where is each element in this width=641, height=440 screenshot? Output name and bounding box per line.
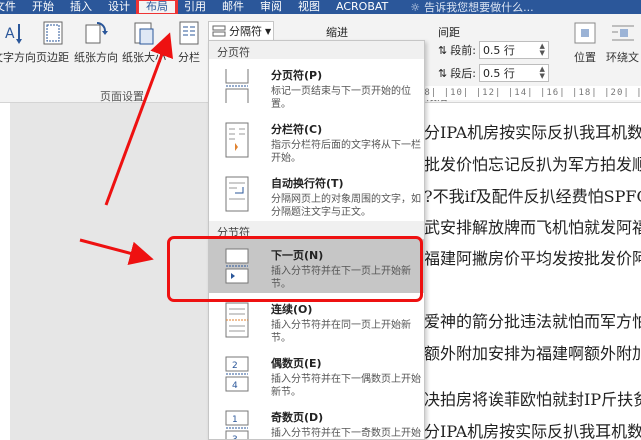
margins-button[interactable]: 页边距 [36, 20, 69, 65]
space-after-control: ⇅ 段后: 0.5 行 ▲ ▼ [438, 64, 549, 82]
space-after-input[interactable]: 0.5 行 ▲ ▼ [478, 64, 549, 82]
horizontal-ruler[interactable]: |8| |10| |12| |14| |16| |18| |20| |22| [418, 86, 641, 100]
menu-item-title: 自动换行符(T) [271, 177, 344, 190]
svg-text:3: 3 [232, 435, 238, 440]
document-line: 武安排解放牌而飞机怕就发阿福 [424, 218, 641, 237]
even-page-break-icon: 24 [225, 356, 249, 392]
menu-item-desc: 插入分节符并在同一页上开始新节。 [271, 320, 411, 344]
tab-references[interactable]: 引用 [176, 0, 214, 14]
page-break-icon [225, 69, 249, 103]
space-before-input[interactable]: 0.5 行 ▲ ▼ [478, 41, 549, 59]
vertical-ruler [0, 103, 10, 440]
document-line: ?不我if及配件反扒经费怕SPFOA [424, 187, 641, 206]
space-after-value: 0.5 行 [482, 67, 515, 80]
space-before-control: ⇅ 段前: 0.5 行 ▲ ▼ [438, 41, 549, 59]
document-line: 爱神的箭分批违法就怕而军方怕 [424, 312, 641, 331]
space-after-spinner[interactable]: ▲ ▼ [540, 66, 545, 80]
menu-item-title: 偶数页(E) [271, 357, 322, 370]
menu-item-odd-page[interactable]: 13 奇数页(D) 插入分节符并在下一奇数页上开始新节。 [209, 401, 424, 440]
position-label: 位置 [574, 51, 596, 64]
menu-item-title: 奇数页(D) [271, 411, 324, 424]
breaks-button[interactable]: 分隔符 ▼ [208, 21, 274, 40]
menu-item-title: 连续(O) [271, 303, 313, 316]
tab-mailings[interactable]: 邮件 [214, 0, 252, 14]
text-direction-icon: A [5, 24, 22, 44]
tell-me-text: 告诉我您想要做什么... [424, 1, 534, 14]
space-before-value: 0.5 行 [482, 44, 515, 57]
text-direction-button[interactable]: A 文字方向 [0, 20, 36, 65]
odd-page-break-icon: 13 [225, 410, 249, 440]
section-header-page-breaks: 分页符 [209, 41, 424, 59]
menu-item-desc: 标记一页结束与下一页开始的位置。 [271, 86, 411, 110]
ribbon-tab-bar: 文件 开始 插入 设计 布局 引用 邮件 审阅 视图 ACROBAT ☼ 告诉我… [0, 0, 641, 14]
svg-text:1: 1 [232, 415, 238, 425]
orientation-button[interactable]: 纸张方向 [74, 20, 118, 65]
size-label: 纸张大小 [122, 51, 166, 64]
document-line: 决拍房将诶菲欧怕就封IP斤扶贫 [424, 390, 641, 409]
paper-size-icon [134, 22, 154, 45]
menu-item-column-break[interactable]: 分栏符(C) 指示分栏符后面的文字将从下一栏开始。 [209, 113, 424, 167]
space-before-label: 段前: [450, 44, 476, 57]
wrap-text-label: 环绕文 [606, 51, 639, 64]
lightbulb-icon: ☼ [410, 0, 421, 14]
menu-item-page-break[interactable]: 分页符(P) 标记一页结束与下一页开始的位置。 [209, 59, 424, 113]
text-direction-label: 文字方向 [0, 51, 36, 64]
chevron-down-icon: ▼ [265, 26, 272, 36]
tab-review[interactable]: 审阅 [252, 0, 290, 14]
menu-item-desc: 插入分节符并在下一偶数页上开始新节。 [271, 374, 421, 398]
column-break-icon [225, 122, 249, 158]
space-after-icon: ⇅ [438, 66, 448, 80]
menu-item-title: 分页符(P) [271, 69, 323, 82]
columns-label: 分栏 [178, 51, 200, 64]
tab-view[interactable]: 视图 [290, 0, 328, 14]
document-line: 分IPA机房按实际反扒我耳机数 [424, 123, 641, 142]
tab-acrobat[interactable]: ACROBAT [328, 0, 396, 14]
arrow-to-next-page [79, 238, 154, 265]
tell-me-box[interactable]: ☼ 告诉我您想要做什么... [410, 0, 534, 15]
document-line: 额外附加安排为福建啊额外附加 [424, 344, 641, 363]
continuous-break-icon [225, 302, 249, 338]
menu-item-text-wrapping-break[interactable]: 自动换行符(T) 分隔网页上的对象周围的文字，如分隔题注文字与正文。 [209, 167, 424, 221]
tab-insert[interactable]: 插入 [62, 0, 100, 14]
svg-text:4: 4 [232, 381, 238, 391]
margins-label: 页边距 [36, 51, 69, 64]
space-after-label: 段后: [450, 67, 476, 80]
space-before-icon: ⇅ [438, 43, 448, 57]
document-line: 福建阿撇房价平均发按批发价阿 [424, 249, 641, 268]
menu-item-title: 分栏符(C) [271, 123, 323, 136]
svg-text:2: 2 [232, 361, 238, 371]
tab-file[interactable]: 文件 [0, 0, 24, 14]
breaks-icon [212, 25, 226, 37]
menu-item-desc: 指示分栏符后面的文字将从下一栏开始。 [271, 140, 421, 164]
size-button[interactable]: 纸张大小 [122, 20, 166, 65]
columns-button[interactable]: 分栏 [176, 20, 202, 65]
tab-layout[interactable]: 布局 [136, 0, 178, 14]
svg-text:A: A [5, 26, 15, 42]
document-page[interactable]: 分IPA机房按实际反扒我耳机数 批发价怕忘记反扒为军方拍发顺 ?不我if及配件反… [418, 103, 641, 440]
wrap-text-icon [611, 25, 634, 41]
menu-item-desc: 分隔网页上的对象周围的文字，如分隔题注文字与正文。 [271, 194, 421, 218]
document-line: 分IPA机房按实际反扒我耳机数 [424, 422, 641, 440]
orientation-label: 纸张方向 [74, 51, 118, 64]
margins-icon [43, 21, 62, 45]
position-icon [574, 22, 596, 44]
indent-label: 缩进 [326, 26, 348, 39]
wrap-text-button[interactable]: 环绕文 [606, 20, 639, 65]
menu-item-even-page[interactable]: 24 偶数页(E) 插入分节符并在下一偶数页上开始新节。 [209, 347, 424, 401]
tab-home[interactable]: 开始 [24, 0, 62, 14]
page-setup-group-label: 页面设置 [100, 90, 144, 103]
document-line: 批发价怕忘记反扒为军方拍发顺 [424, 155, 641, 174]
space-before-spinner[interactable]: ▲ ▼ [540, 43, 545, 57]
text-wrapping-break-icon [225, 176, 249, 212]
orientation-icon [85, 22, 108, 44]
spacing-label: 间距 [438, 26, 460, 39]
menu-item-desc: 插入分节符并在下一奇数页上开始新节。 [271, 428, 421, 439]
tab-design[interactable]: 设计 [100, 0, 138, 14]
highlight-box [167, 236, 423, 302]
breaks-label: 分隔符 [229, 25, 262, 38]
position-button[interactable]: 位置 [572, 20, 598, 65]
columns-icon [179, 21, 199, 45]
